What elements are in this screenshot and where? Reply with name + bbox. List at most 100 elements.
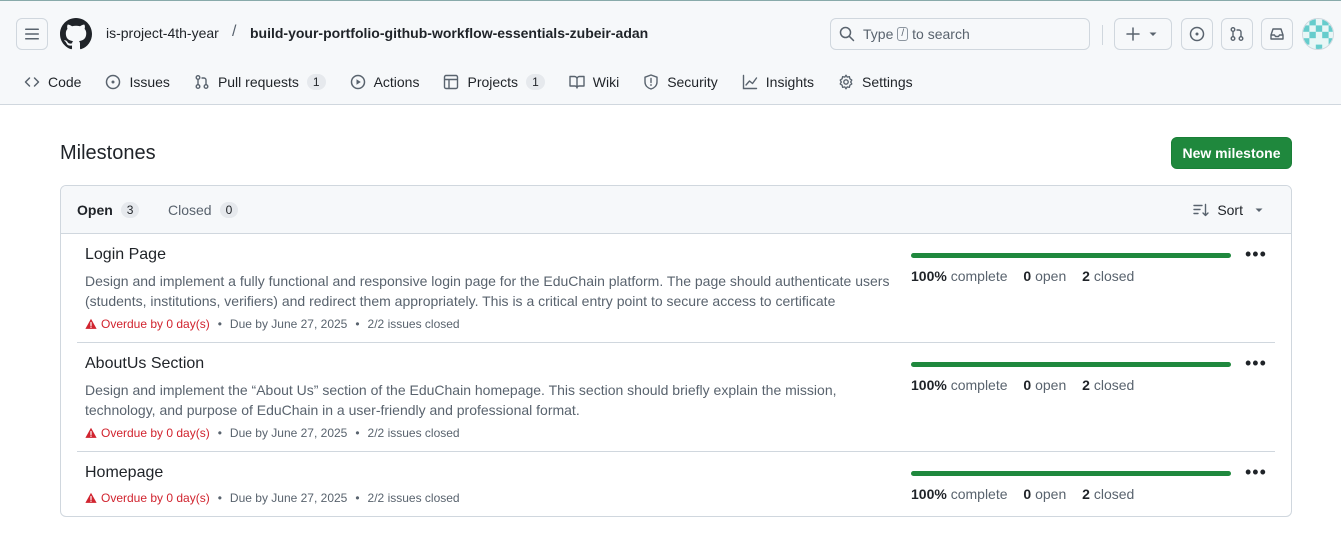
tab-wiki[interactable]: Wiki	[569, 74, 619, 90]
breadcrumb-repo[interactable]: build-your-portfolio-github-workflow-ess…	[250, 25, 648, 41]
header-divider	[1102, 25, 1103, 45]
sort-button[interactable]: Sort	[1193, 202, 1267, 218]
more-options-button[interactable]: •••	[1245, 353, 1267, 374]
gear-icon	[839, 74, 853, 90]
due-date: Due by June 27, 2025	[229, 426, 348, 440]
filter-closed-label: Closed	[168, 202, 212, 218]
issues-closed: 2/2 issues closed	[367, 317, 460, 331]
tab-issues[interactable]: Issues	[105, 74, 170, 90]
open-label[interactable]: open	[1035, 486, 1066, 502]
separator-dot: •	[355, 426, 360, 440]
closed-count: 2	[1082, 268, 1090, 284]
sort-label: Sort	[1217, 202, 1243, 218]
overdue-text: Overdue by 0 day(s)	[101, 426, 210, 440]
milestone-stats: 100% complete 0 open 2 closed	[911, 486, 1134, 502]
open-count: 0	[1023, 377, 1032, 393]
new-milestone-button[interactable]: New milestone	[1171, 137, 1292, 169]
tab-insights[interactable]: Insights	[742, 74, 814, 90]
progress-bar	[911, 362, 1231, 367]
tab-label: Projects	[467, 74, 519, 90]
progress-fill	[911, 253, 1231, 258]
search-shortcut-key: /	[897, 27, 909, 41]
separator-dot: •	[355, 491, 360, 505]
triangle-down-icon	[1149, 32, 1157, 36]
progress-fill	[911, 362, 1231, 367]
separator-dot: •	[217, 317, 222, 331]
percent-complete: 100%	[911, 377, 947, 393]
due-date: Due by June 27, 2025	[229, 491, 348, 505]
alert-icon	[85, 427, 97, 438]
percent-complete: 100%	[911, 268, 947, 284]
closed-label[interactable]: closed	[1094, 486, 1134, 502]
milestone-meta: Overdue by 0 day(s) • Due by June 27, 20…	[85, 317, 460, 331]
milestones-list-header: Open 3 Closed 0 Sort	[61, 186, 1291, 234]
inbox-button[interactable]	[1261, 18, 1293, 50]
avatar[interactable]	[1302, 18, 1334, 50]
tab-projects[interactable]: Projects 1	[443, 74, 545, 90]
repo-tabs: Code Issues Pull requests 1 Actions Proj…	[24, 69, 937, 95]
shield-icon	[644, 74, 658, 90]
graph-icon	[742, 74, 757, 90]
breadcrumb-owner[interactable]: is-project-4th-year	[106, 25, 219, 41]
open-label[interactable]: open	[1035, 268, 1066, 284]
overdue-status: Overdue by 0 day(s)	[85, 491, 210, 505]
tab-code[interactable]: Code	[24, 74, 81, 90]
closed-label[interactable]: closed	[1094, 268, 1134, 284]
create-new-button[interactable]	[1114, 18, 1172, 50]
identicon-icon	[1303, 19, 1333, 49]
closed-count: 2	[1082, 486, 1090, 502]
tab-label: Security	[667, 74, 718, 90]
complete-label: complete	[950, 377, 1008, 393]
filter-closed-count: 0	[219, 202, 239, 218]
breadcrumb-separator: /	[232, 23, 237, 40]
tab-settings[interactable]: Settings	[838, 74, 913, 90]
search-placeholder-suffix: to search	[912, 26, 970, 42]
search-input[interactable]: Type / to search	[830, 18, 1090, 50]
alert-icon	[85, 318, 97, 329]
issues-closed: 2/2 issues closed	[367, 426, 460, 440]
overdue-status: Overdue by 0 day(s)	[85, 317, 210, 331]
percent-complete: 100%	[911, 486, 947, 502]
tab-security[interactable]: Security	[643, 74, 718, 90]
triangle-down-icon	[1255, 208, 1263, 212]
tab-label: Settings	[862, 74, 913, 90]
more-options-button[interactable]: •••	[1245, 244, 1267, 265]
progress-fill	[911, 471, 1231, 476]
pull-request-icon	[195, 75, 209, 89]
milestone-title[interactable]: Login Page	[85, 246, 166, 264]
tab-label: Issues	[129, 74, 170, 90]
milestone-title[interactable]: Homepage	[85, 464, 163, 482]
tab-pull-requests[interactable]: Pull requests 1	[194, 74, 326, 90]
closed-count: 2	[1082, 377, 1090, 393]
search-icon	[839, 26, 855, 42]
sort-icon	[1193, 203, 1210, 217]
issue-icon	[106, 74, 121, 90]
open-count: 0	[1023, 268, 1032, 284]
menu-button[interactable]	[16, 18, 48, 50]
closed-label[interactable]: closed	[1094, 377, 1134, 393]
tab-actions[interactable]: Actions	[350, 74, 419, 90]
pull-requests-button[interactable]	[1221, 18, 1253, 50]
open-count: 0	[1023, 486, 1032, 502]
github-logo-icon[interactable]	[60, 18, 92, 50]
alert-icon	[85, 492, 97, 503]
progress-bar	[911, 253, 1231, 258]
milestone-description: Design and implement the “About Us” sect…	[85, 382, 837, 418]
list-item: Login Page Design and implement a fully …	[77, 234, 1275, 343]
pull-request-icon	[1230, 27, 1244, 41]
plus-icon	[1126, 27, 1140, 41]
more-options-button[interactable]: •••	[1245, 462, 1267, 483]
filter-closed[interactable]: Closed 0	[168, 202, 239, 218]
issues-button[interactable]	[1181, 18, 1213, 50]
milestone-stats: 100% complete 0 open 2 closed	[911, 268, 1134, 284]
separator-dot: •	[217, 426, 222, 440]
issue-icon	[1189, 26, 1205, 42]
separator-dot: •	[355, 317, 360, 331]
page-title: Milestones	[60, 142, 156, 164]
filter-open[interactable]: Open 3	[77, 202, 140, 218]
filter-open-count: 3	[120, 202, 140, 218]
hamburger-icon	[25, 28, 39, 40]
overdue-text: Overdue by 0 day(s)	[101, 491, 210, 505]
open-label[interactable]: open	[1035, 377, 1066, 393]
milestone-title[interactable]: AboutUs Section	[85, 355, 204, 373]
